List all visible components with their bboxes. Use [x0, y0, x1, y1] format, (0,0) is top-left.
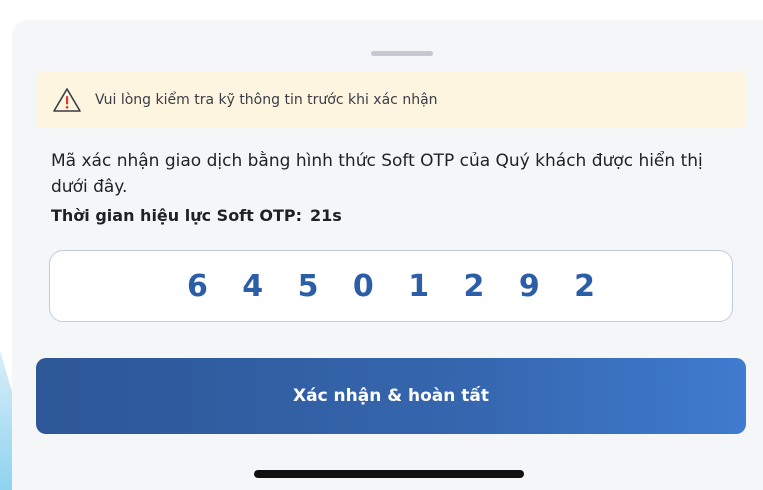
confirm-complete-button[interactable]: Xác nhận & hoàn tất	[36, 358, 746, 434]
warning-banner: Vui lòng kiểm tra kỹ thông tin trước khi…	[37, 72, 745, 128]
validity-label: Thời gian hiệu lực Soft OTP:	[51, 206, 302, 225]
warning-triangle-icon	[51, 86, 83, 114]
screen: Vui lòng kiểm tra kỹ thông tin trước khi…	[0, 0, 763, 490]
otp-display: 6 4 5 0 1 2 9 2	[49, 250, 733, 322]
sheet-drag-handle[interactable]	[371, 51, 433, 56]
warning-text: Vui lòng kiểm tra kỹ thông tin trước khi…	[95, 92, 438, 108]
otp-description: Mã xác nhận giao dịch bằng hình thức Sof…	[51, 151, 703, 197]
validity-countdown: 21s	[310, 206, 342, 225]
otp-code: 6 4 5 0 1 2 9 2	[186, 268, 608, 304]
home-indicator	[254, 470, 524, 478]
otp-validity: Thời gian hiệu lực Soft OTP: 21s	[51, 206, 342, 225]
